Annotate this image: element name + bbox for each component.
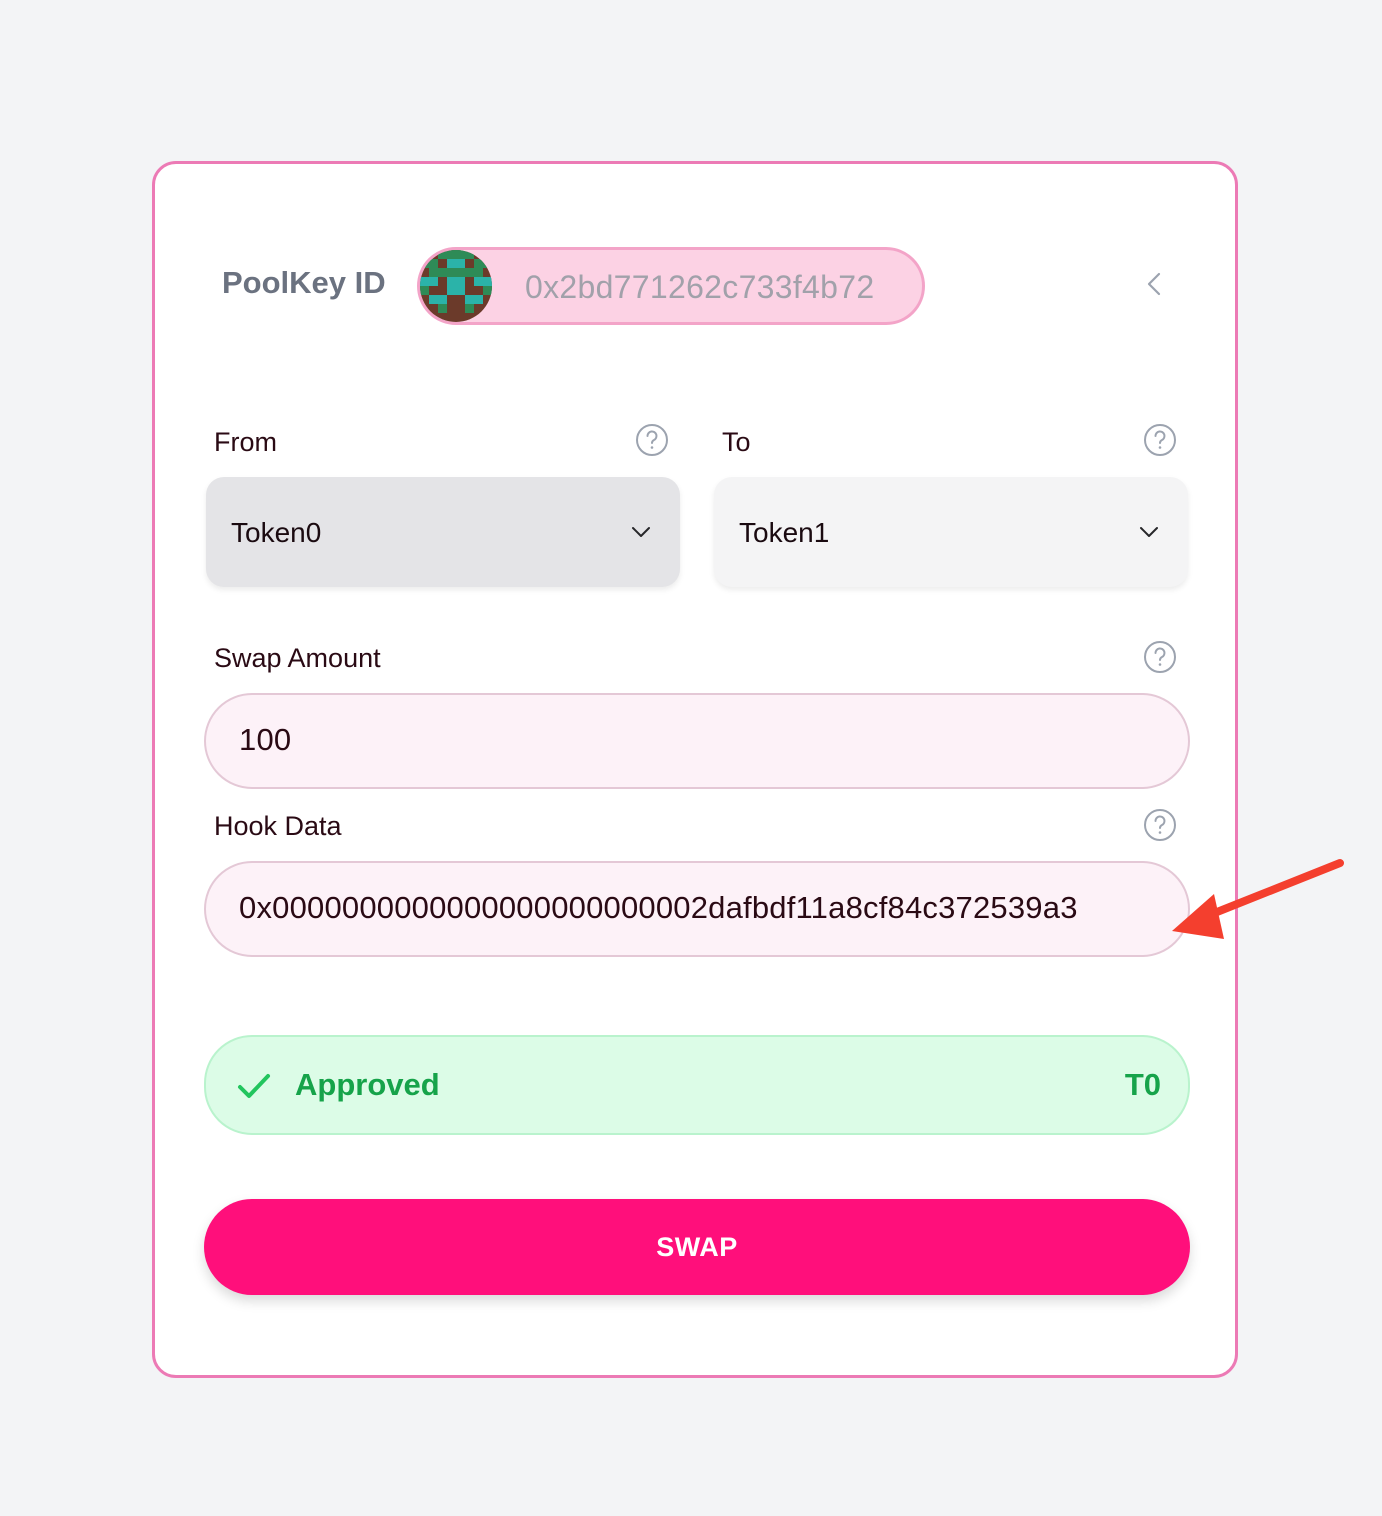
poolkey-pill[interactable]: 0x2bd771262c733f4b72	[417, 247, 925, 325]
chevron-left-icon[interactable]	[1140, 269, 1170, 299]
swap-amount-label: Swap Amount	[214, 643, 381, 673]
approval-status-text: Approved	[295, 1067, 440, 1102]
hook-data-input[interactable]: 0x0000000000000000000000002dafbdf11a8cf8…	[204, 861, 1190, 957]
help-circle-icon[interactable]	[1143, 808, 1177, 842]
help-circle-icon[interactable]	[1143, 640, 1177, 674]
to-selected-value: Token1	[739, 517, 830, 548]
help-circle-icon[interactable]	[1143, 423, 1177, 457]
approval-token: T0	[1124, 1067, 1161, 1102]
chevron-down-icon	[1140, 527, 1158, 537]
from-token-select[interactable]: Token0	[206, 477, 680, 587]
to-token-select[interactable]: Token1	[714, 477, 1188, 587]
identicon-avatar	[420, 250, 492, 322]
poolkey-value: 0x2bd771262c733f4b72	[525, 269, 875, 305]
hook-data-label: Hook Data	[214, 811, 342, 841]
red-arrow-icon	[1172, 859, 1344, 939]
check-icon	[238, 1074, 270, 1098]
swap-amount-input[interactable]: 100	[204, 693, 1190, 789]
to-label: To	[722, 427, 751, 457]
swap-amount-value: 100	[239, 722, 292, 757]
poolkey-label: PoolKey ID	[222, 265, 386, 300]
from-label: From	[214, 427, 277, 457]
swap-button[interactable]: SWAP	[204, 1199, 1190, 1295]
swap-card: PoolKey ID 0x2bd771262c733f4b72 From Tok…	[152, 161, 1238, 1378]
hook-data-value: 0x0000000000000000000000002dafbdf11a8cf8…	[239, 890, 1078, 925]
approval-status-banner: Approved T0	[204, 1035, 1190, 1135]
chevron-down-icon	[632, 527, 650, 537]
help-circle-icon[interactable]	[635, 423, 669, 457]
from-selected-value: Token0	[231, 517, 322, 548]
